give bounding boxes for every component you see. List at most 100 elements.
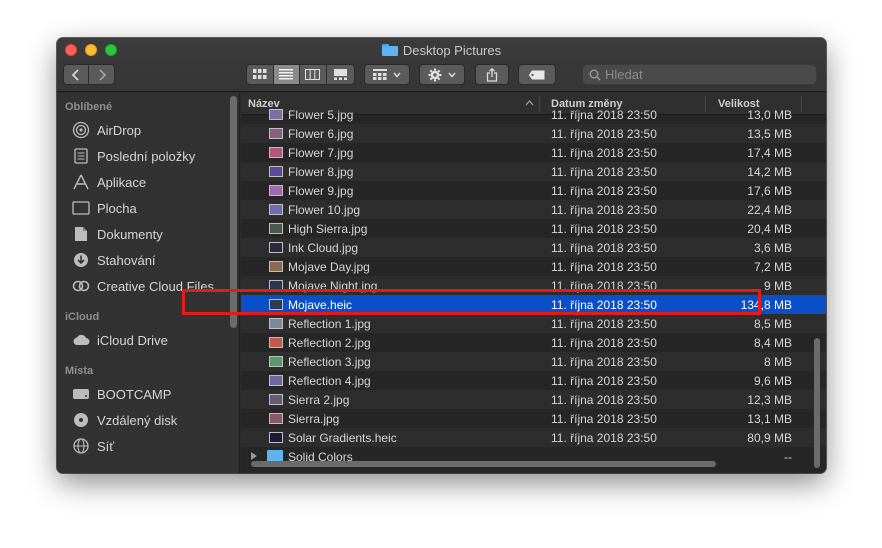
sidebar-item-desktop[interactable]: Plocha bbox=[71, 197, 137, 219]
file-date-modified: 11. října 2018 23:50 bbox=[551, 373, 657, 388]
image-thumbnail-icon bbox=[269, 223, 283, 234]
sidebar-item-label: Vzdálený disk bbox=[97, 412, 178, 428]
file-row[interactable]: High Sierra.jpg 11. října 2018 23:50 20,4 … bbox=[241, 219, 826, 238]
image-thumbnail-icon bbox=[269, 375, 283, 386]
file-row[interactable]: Mojave.heic 11. října 2018 23:50 134,8 MB bbox=[241, 295, 826, 314]
sidebar-item-label: Poslední položky bbox=[97, 148, 196, 164]
file-name: Reflection 2.jpg bbox=[288, 335, 371, 350]
sidebar-item-bootcamp[interactable]: BOOTCAMP bbox=[71, 383, 171, 405]
sidebar-item-recents[interactable]: Poslední položky bbox=[71, 145, 195, 167]
vertical-scrollbar[interactable] bbox=[814, 338, 820, 468]
folder-icon bbox=[381, 44, 398, 56]
downloads-icon bbox=[71, 251, 91, 269]
back-button[interactable] bbox=[64, 65, 90, 84]
file-row[interactable]: Solar Gradients.heic 11. října 2018 23:50… bbox=[241, 428, 826, 447]
file-date-modified: 11. října 2018 23:50 bbox=[551, 430, 657, 445]
sidebar-section-icloud: iCloud bbox=[65, 311, 100, 323]
file-row[interactable]: Reflection 3.jpg 11. října 2018 23:50 8 MB bbox=[241, 352, 826, 371]
file-name: Flower 5.jpg bbox=[288, 107, 354, 122]
file-row[interactable]: Sierra.jpg 11. října 2018 23:50 13,1 MB bbox=[241, 409, 826, 428]
search-field[interactable] bbox=[582, 64, 817, 85]
sidebar-item-network[interactable]: Síť bbox=[71, 435, 114, 457]
file-row[interactable]: Mojave Night.jpg 11. října 2018 23:50 9 MB bbox=[241, 276, 826, 295]
file-size: 13,1 MB bbox=[747, 411, 792, 426]
gallery-view-button[interactable] bbox=[327, 65, 354, 84]
sidebar-item-label: BOOTCAMP bbox=[97, 386, 172, 402]
image-thumbnail-icon bbox=[269, 185, 283, 196]
file-row[interactable]: Reflection 2.jpg 11. října 2018 23:50 8,4 … bbox=[241, 333, 826, 352]
file-size: 13,0 MB bbox=[747, 107, 792, 122]
file-name: Reflection 4.jpg bbox=[288, 373, 371, 388]
file-row[interactable]: Flower 10.jpg 11. října 2018 23:50 22,4 MB bbox=[241, 200, 826, 219]
remote-disc-icon bbox=[71, 411, 91, 429]
image-thumbnail-icon bbox=[269, 299, 283, 310]
file-row[interactable]: Flower 9.jpg 11. října 2018 23:50 17,6 MB bbox=[241, 181, 826, 200]
action-button[interactable] bbox=[419, 64, 465, 85]
sidebar-item-applications[interactable]: Aplikace bbox=[71, 171, 146, 193]
group-grid-icon bbox=[373, 69, 387, 80]
sidebar-scrollbar[interactable] bbox=[230, 96, 237, 328]
group-by-button[interactable] bbox=[364, 64, 410, 85]
file-size: -- bbox=[784, 449, 792, 464]
image-thumbnail-icon bbox=[269, 318, 283, 329]
forward-button[interactable] bbox=[89, 65, 114, 84]
list-view-button[interactable] bbox=[273, 65, 301, 84]
file-row[interactable]: Reflection 1.jpg 11. října 2018 23:50 8,5 … bbox=[241, 314, 826, 333]
file-name: Mojave.heic bbox=[288, 297, 353, 312]
disclosure-triangle-icon[interactable] bbox=[251, 452, 257, 460]
file-row[interactable]: Flower 8.jpg 11. října 2018 23:50 14,2 MB bbox=[241, 162, 826, 181]
file-date-modified: 11. října 2018 23:50 bbox=[551, 297, 657, 312]
sidebar-item-label: Dokumenty bbox=[97, 226, 163, 242]
image-thumbnail-icon bbox=[269, 413, 283, 424]
file-name: Flower 9.jpg bbox=[288, 183, 354, 198]
icon-view-button[interactable] bbox=[247, 65, 274, 84]
share-icon bbox=[486, 67, 498, 82]
file-date-modified: 11. října 2018 23:50 bbox=[551, 221, 657, 236]
file-name: Reflection 3.jpg bbox=[288, 354, 371, 369]
edit-tags-button[interactable] bbox=[518, 64, 556, 85]
sidebar-item-creative-cloud[interactable]: Creative Cloud Files bbox=[71, 275, 214, 297]
file-row[interactable]: Flower 6.jpg 11. října 2018 23:50 13,5 MB bbox=[241, 124, 826, 143]
file-date-modified: 11. října 2018 23:50 bbox=[551, 202, 657, 217]
sidebar-item-label: Síť bbox=[97, 438, 115, 454]
sidebar-item-icloud-drive[interactable]: iCloud Drive bbox=[71, 329, 168, 351]
file-row[interactable]: Mojave Day.jpg 11. října 2018 23:50 7,2 MB bbox=[241, 257, 826, 276]
image-thumbnail-icon bbox=[269, 432, 283, 443]
sidebar-item-documents[interactable]: Dokumenty bbox=[71, 223, 163, 245]
image-thumbnail-icon bbox=[269, 337, 283, 348]
file-row[interactable]: Flower 5.jpg 11. října 2018 23:50 13,0 MB bbox=[241, 105, 826, 124]
file-name: Mojave Day.jpg bbox=[288, 259, 370, 274]
sidebar-item-downloads[interactable]: Stahování bbox=[71, 249, 156, 271]
window-title: Desktop Pictures bbox=[57, 41, 826, 59]
airdrop-icon bbox=[71, 121, 91, 139]
grid-icon bbox=[252, 69, 267, 79]
image-thumbnail-icon bbox=[269, 109, 283, 120]
search-input[interactable] bbox=[605, 67, 805, 82]
file-size: 17,6 MB bbox=[747, 183, 792, 198]
file-date-modified: 11. října 2018 23:50 bbox=[551, 126, 657, 141]
view-mode-control bbox=[246, 64, 355, 85]
file-name: Solar Gradients.heic bbox=[288, 430, 397, 445]
file-date-modified: 11. října 2018 23:50 bbox=[551, 335, 657, 350]
image-thumbnail-icon bbox=[269, 166, 283, 177]
file-row[interactable]: Sierra 2.jpg 11. října 2018 23:50 12,3 MB bbox=[241, 390, 826, 409]
file-date-modified: 11. října 2018 23:50 bbox=[551, 107, 657, 122]
sidebar-item-label: AirDrop bbox=[97, 122, 142, 138]
column-view-button[interactable] bbox=[300, 65, 327, 84]
creative-cloud-icon bbox=[71, 277, 91, 295]
sidebar-section-favorites: Oblíbené bbox=[65, 101, 113, 113]
gear-icon bbox=[428, 68, 442, 81]
sidebar-item-remote-disc[interactable]: Vzdálený disk bbox=[71, 409, 177, 431]
file-row[interactable]: Flower 7.jpg 11. října 2018 23:50 17,4 MB bbox=[241, 143, 826, 162]
file-row[interactable]: Reflection 4.jpg 11. října 2018 23:50 9,6 … bbox=[241, 371, 826, 390]
chevron-left-icon bbox=[71, 68, 79, 81]
file-size: 8 MB bbox=[763, 354, 792, 369]
sidebar-item-airdrop[interactable]: AirDrop bbox=[71, 119, 141, 141]
file-row[interactable]: Ink Cloud.jpg 11. října 2018 23:50 3,6 MB bbox=[241, 238, 826, 257]
file-name: Flower 6.jpg bbox=[288, 126, 354, 141]
share-button[interactable] bbox=[475, 64, 509, 85]
sidebar-item-label: Creative Cloud Files bbox=[97, 278, 215, 294]
image-thumbnail-icon bbox=[269, 261, 283, 272]
horizontal-scrollbar[interactable] bbox=[251, 461, 716, 467]
file-name: Ink Cloud.jpg bbox=[288, 240, 359, 255]
